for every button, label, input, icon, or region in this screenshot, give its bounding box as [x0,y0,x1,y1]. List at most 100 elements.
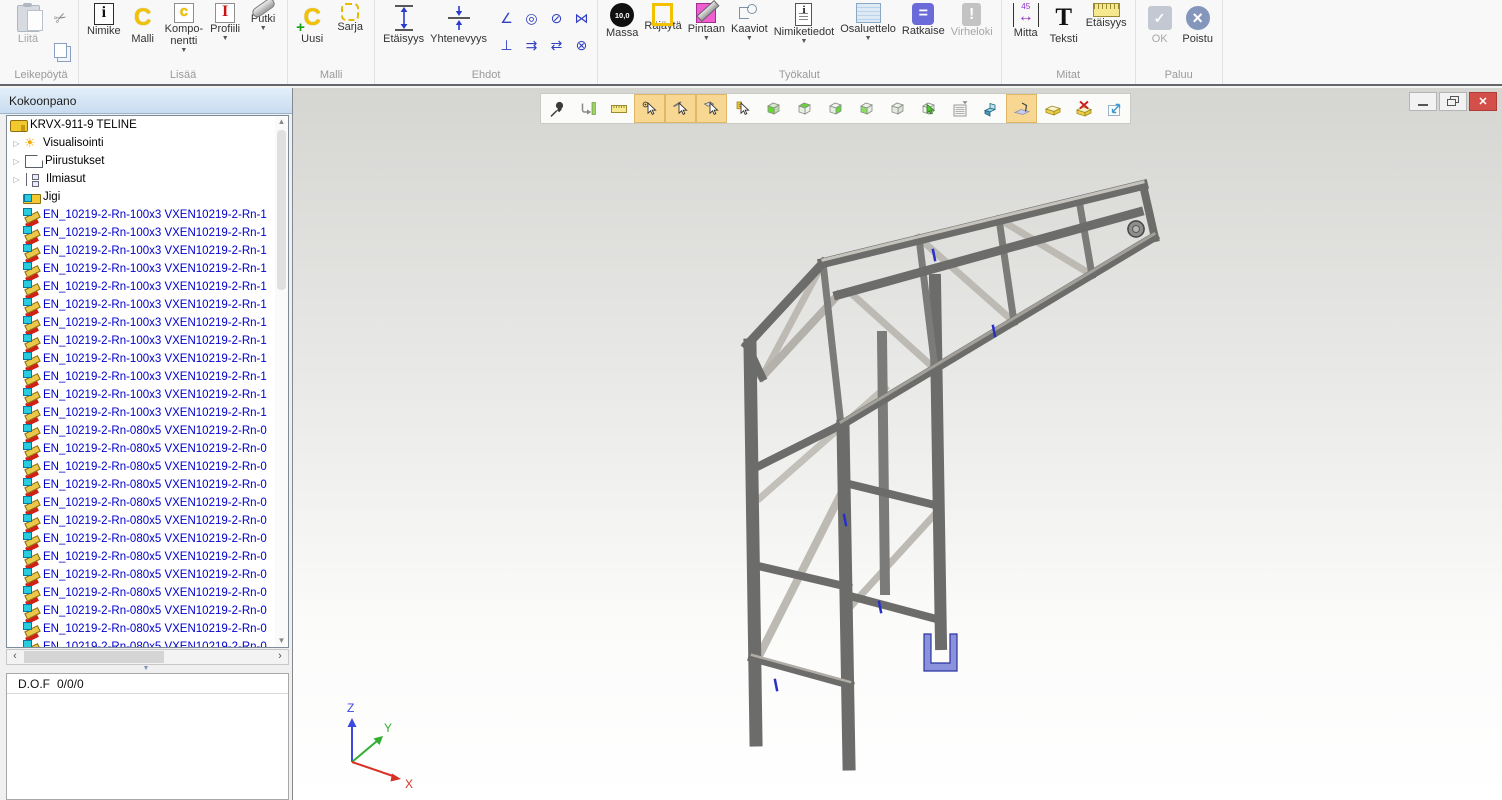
coincidence-constraint-button[interactable]: Yhtenevyys [427,2,490,46]
restore-button[interactable] [1439,92,1467,111]
tree-item[interactable]: EN_10219-2-Rn-080x5 VXEN10219-2-Rn-0 [7,494,288,512]
tree-item[interactable]: EN_10219-2-Rn-080x5 VXEN10219-2-Rn-0 [7,440,288,458]
tree-item[interactable]: EN_10219-2-Rn-100x3 VXEN10219-2-Rn-1 [7,278,288,296]
tree-item[interactable]: EN_10219-2-Rn-080x5 VXEN10219-2-Rn-0 [7,620,288,638]
panel-splitter[interactable]: ▼ [0,666,292,673]
profile-tool-button[interactable] [975,94,1006,123]
tree-item[interactable]: KRVX-911-9 TELINE [7,116,288,134]
tree-item-label[interactable]: EN_10219-2-Rn-100x3 VXEN10219-2-Rn-1 [41,245,267,257]
3d-model-view[interactable] [293,88,1502,800]
tree-item-label[interactable]: EN_10219-2-Rn-100x3 VXEN10219-2-Rn-1 [41,407,267,419]
komponentti-button[interactable]: Kompo- nentti▼ [162,2,207,56]
tree-item[interactable]: EN_10219-2-Rn-100x3 VXEN10219-2-Rn-1 [7,332,288,350]
tree-item[interactable]: EN_10219-2-Rn-080x5 VXEN10219-2-Rn-0 [7,566,288,584]
tree-item[interactable]: EN_10219-2-Rn-080x5 VXEN10219-2-Rn-0 [7,638,288,648]
ok-button[interactable]: OK [1141,2,1179,46]
tree-item-label[interactable]: EN_10219-2-Rn-100x3 VXEN10219-2-Rn-1 [41,335,267,347]
perpendicular-constraint-icon[interactable]: ⊥ [496,35,517,56]
tree-item[interactable]: EN_10219-2-Rn-100x3 VXEN10219-2-Rn-1 [7,224,288,242]
tree-item-label[interactable]: EN_10219-2-Rn-080x5 VXEN10219-2-Rn-0 [41,497,267,509]
ratkaise-button[interactable]: Ratkaise [899,2,948,38]
tree-item[interactable]: EN_10219-2-Rn-100x3 VXEN10219-2-Rn-1 [7,350,288,368]
tree-item-label[interactable]: EN_10219-2-Rn-080x5 VXEN10219-2-Rn-0 [41,641,267,648]
measure-button[interactable] [603,94,634,123]
parallel-constraint-icon[interactable]: ⇄ [546,35,567,56]
nimike-button[interactable]: Nimike [84,2,124,38]
fit-view-button[interactable] [1099,94,1130,123]
minimize-button[interactable] [1409,92,1437,111]
close-button[interactable]: ✕ [1469,92,1497,111]
assembly-tree[interactable]: KRVX-911-9 TELINE▷Visualisointi▷Piirustu… [6,115,289,648]
exit-button[interactable]: Poistu [1179,2,1217,46]
tree-item-label[interactable]: EN_10219-2-Rn-080x5 VXEN10219-2-Rn-0 [41,569,267,581]
select-profile-button[interactable] [727,94,758,123]
tree-item-label[interactable]: KRVX-911-9 TELINE [28,119,137,131]
rajayta-button[interactable]: Räjäytä [641,2,684,33]
tree-horizontal-scrollbar[interactable]: ‹ › [6,649,289,665]
tree-item[interactable]: EN_10219-2-Rn-100x3 VXEN10219-2-Rn-1 [7,314,288,332]
sarja-button[interactable]: Sarja [331,2,369,34]
tree-item-label[interactable]: EN_10219-2-Rn-080x5 VXEN10219-2-Rn-0 [41,623,267,635]
teksti-button[interactable]: Teksti [1045,2,1083,46]
tree-item-label[interactable]: EN_10219-2-Rn-100x3 VXEN10219-2-Rn-1 [41,317,267,329]
tree-item-label[interactable]: Visualisointi [41,137,104,149]
osaluettelo-button[interactable]: Osaluettelo▼ [837,2,899,44]
select-body-button[interactable] [913,94,944,123]
scroll-up-icon[interactable]: ▲ [275,116,288,128]
tree-item[interactable]: EN_10219-2-Rn-100x3 VXEN10219-2-Rn-1 [7,260,288,278]
shade-left-button[interactable] [851,94,882,123]
tree-item-label[interactable]: EN_10219-2-Rn-100x3 VXEN10219-2-Rn-1 [41,371,267,383]
tree-item[interactable]: EN_10219-2-Rn-100x3 VXEN10219-2-Rn-1 [7,206,288,224]
tree-item-label[interactable]: EN_10219-2-Rn-100x3 VXEN10219-2-Rn-1 [41,389,267,401]
model-viewport[interactable]: Z Y X ✕ [293,88,1502,800]
putki-button[interactable]: Putki▼ [244,2,282,34]
tree-item[interactable]: EN_10219-2-Rn-080x5 VXEN10219-2-Rn-0 [7,602,288,620]
workplane-delete-button[interactable] [1068,94,1099,123]
tree-item-label[interactable]: EN_10219-2-Rn-080x5 VXEN10219-2-Rn-0 [41,461,267,473]
tree-item[interactable]: EN_10219-2-Rn-100x3 VXEN10219-2-Rn-1 [7,386,288,404]
malli-button[interactable]: Malli [124,2,162,46]
dropdown-arrow-icon[interactable]: ▼ [222,35,229,43]
massa-button[interactable]: 10,0Massa [603,2,641,40]
tree-item-label[interactable]: EN_10219-2-Rn-100x3 VXEN10219-2-Rn-1 [41,299,267,311]
tree-item[interactable]: EN_10219-2-Rn-100x3 VXEN10219-2-Rn-1 [7,368,288,386]
workplane-button[interactable] [1037,94,1068,123]
tree-item-label[interactable]: EN_10219-2-Rn-100x3 VXEN10219-2-Rn-1 [41,209,267,221]
tree-item-label[interactable]: EN_10219-2-Rn-080x5 VXEN10219-2-Rn-0 [41,605,267,617]
nimiketiedot-button[interactable]: Nimiketiedot▼ [771,2,838,47]
angle-constraint-icon[interactable]: ∠ [496,8,517,29]
hscroll-thumb[interactable] [24,651,164,663]
virheloki-button[interactable]: Virheloki [948,2,996,39]
tree-item[interactable]: EN_10219-2-Rn-080x5 VXEN10219-2-Rn-0 [7,422,288,440]
dropdown-arrow-icon[interactable]: ▼ [180,47,187,55]
tree-item[interactable]: EN_10219-2-Rn-100x3 VXEN10219-2-Rn-1 [7,242,288,260]
tree-item[interactable]: EN_10219-2-Rn-080x5 VXEN10219-2-Rn-0 [7,476,288,494]
fix-constraint-icon[interactable]: ⊗ [571,35,592,56]
dropdown-arrow-icon[interactable]: ▼ [703,35,710,43]
copy-button[interactable] [49,39,71,61]
select-edge-button[interactable] [665,94,696,123]
tree-item-label[interactable]: Piirustukset [43,155,104,167]
distance-constraint-button[interactable]: Etäisyys [380,2,427,46]
tree-item-label[interactable]: EN_10219-2-Rn-100x3 VXEN10219-2-Rn-1 [41,281,267,293]
tree-item[interactable]: EN_10219-2-Rn-080x5 VXEN10219-2-Rn-0 [7,530,288,548]
dropdown-arrow-icon[interactable]: ▼ [260,25,267,33]
select-new-button[interactable] [572,94,603,123]
tree-item[interactable]: Jigi [7,188,288,206]
tree-item-label[interactable]: EN_10219-2-Rn-080x5 VXEN10219-2-Rn-0 [41,479,267,491]
dropdown-arrow-icon[interactable]: ▼ [865,35,872,43]
profiili-button[interactable]: Profiili▼ [206,2,244,44]
tree-item-label[interactable]: Ilmiasut [44,173,86,185]
select-point-button[interactable] [634,94,665,123]
uusi-button[interactable]: Uusi [293,2,331,46]
dropdown-arrow-icon[interactable]: ▼ [746,35,753,43]
tree-item[interactable]: EN_10219-2-Rn-080x5 VXEN10219-2-Rn-0 [7,548,288,566]
tree-item[interactable]: EN_10219-2-Rn-100x3 VXEN10219-2-Rn-1 [7,296,288,314]
tree-item-label[interactable]: EN_10219-2-Rn-100x3 VXEN10219-2-Rn-1 [41,263,267,275]
shade-front-button[interactable] [758,94,789,123]
tree-item-label[interactable]: EN_10219-2-Rn-080x5 VXEN10219-2-Rn-0 [41,587,267,599]
scroll-thumb[interactable] [277,130,286,290]
tree-vertical-scrollbar[interactable]: ▲ ▼ [275,116,288,647]
shade-top-button[interactable] [789,94,820,123]
pintaan-button[interactable]: Pintaan▼ [685,2,728,44]
